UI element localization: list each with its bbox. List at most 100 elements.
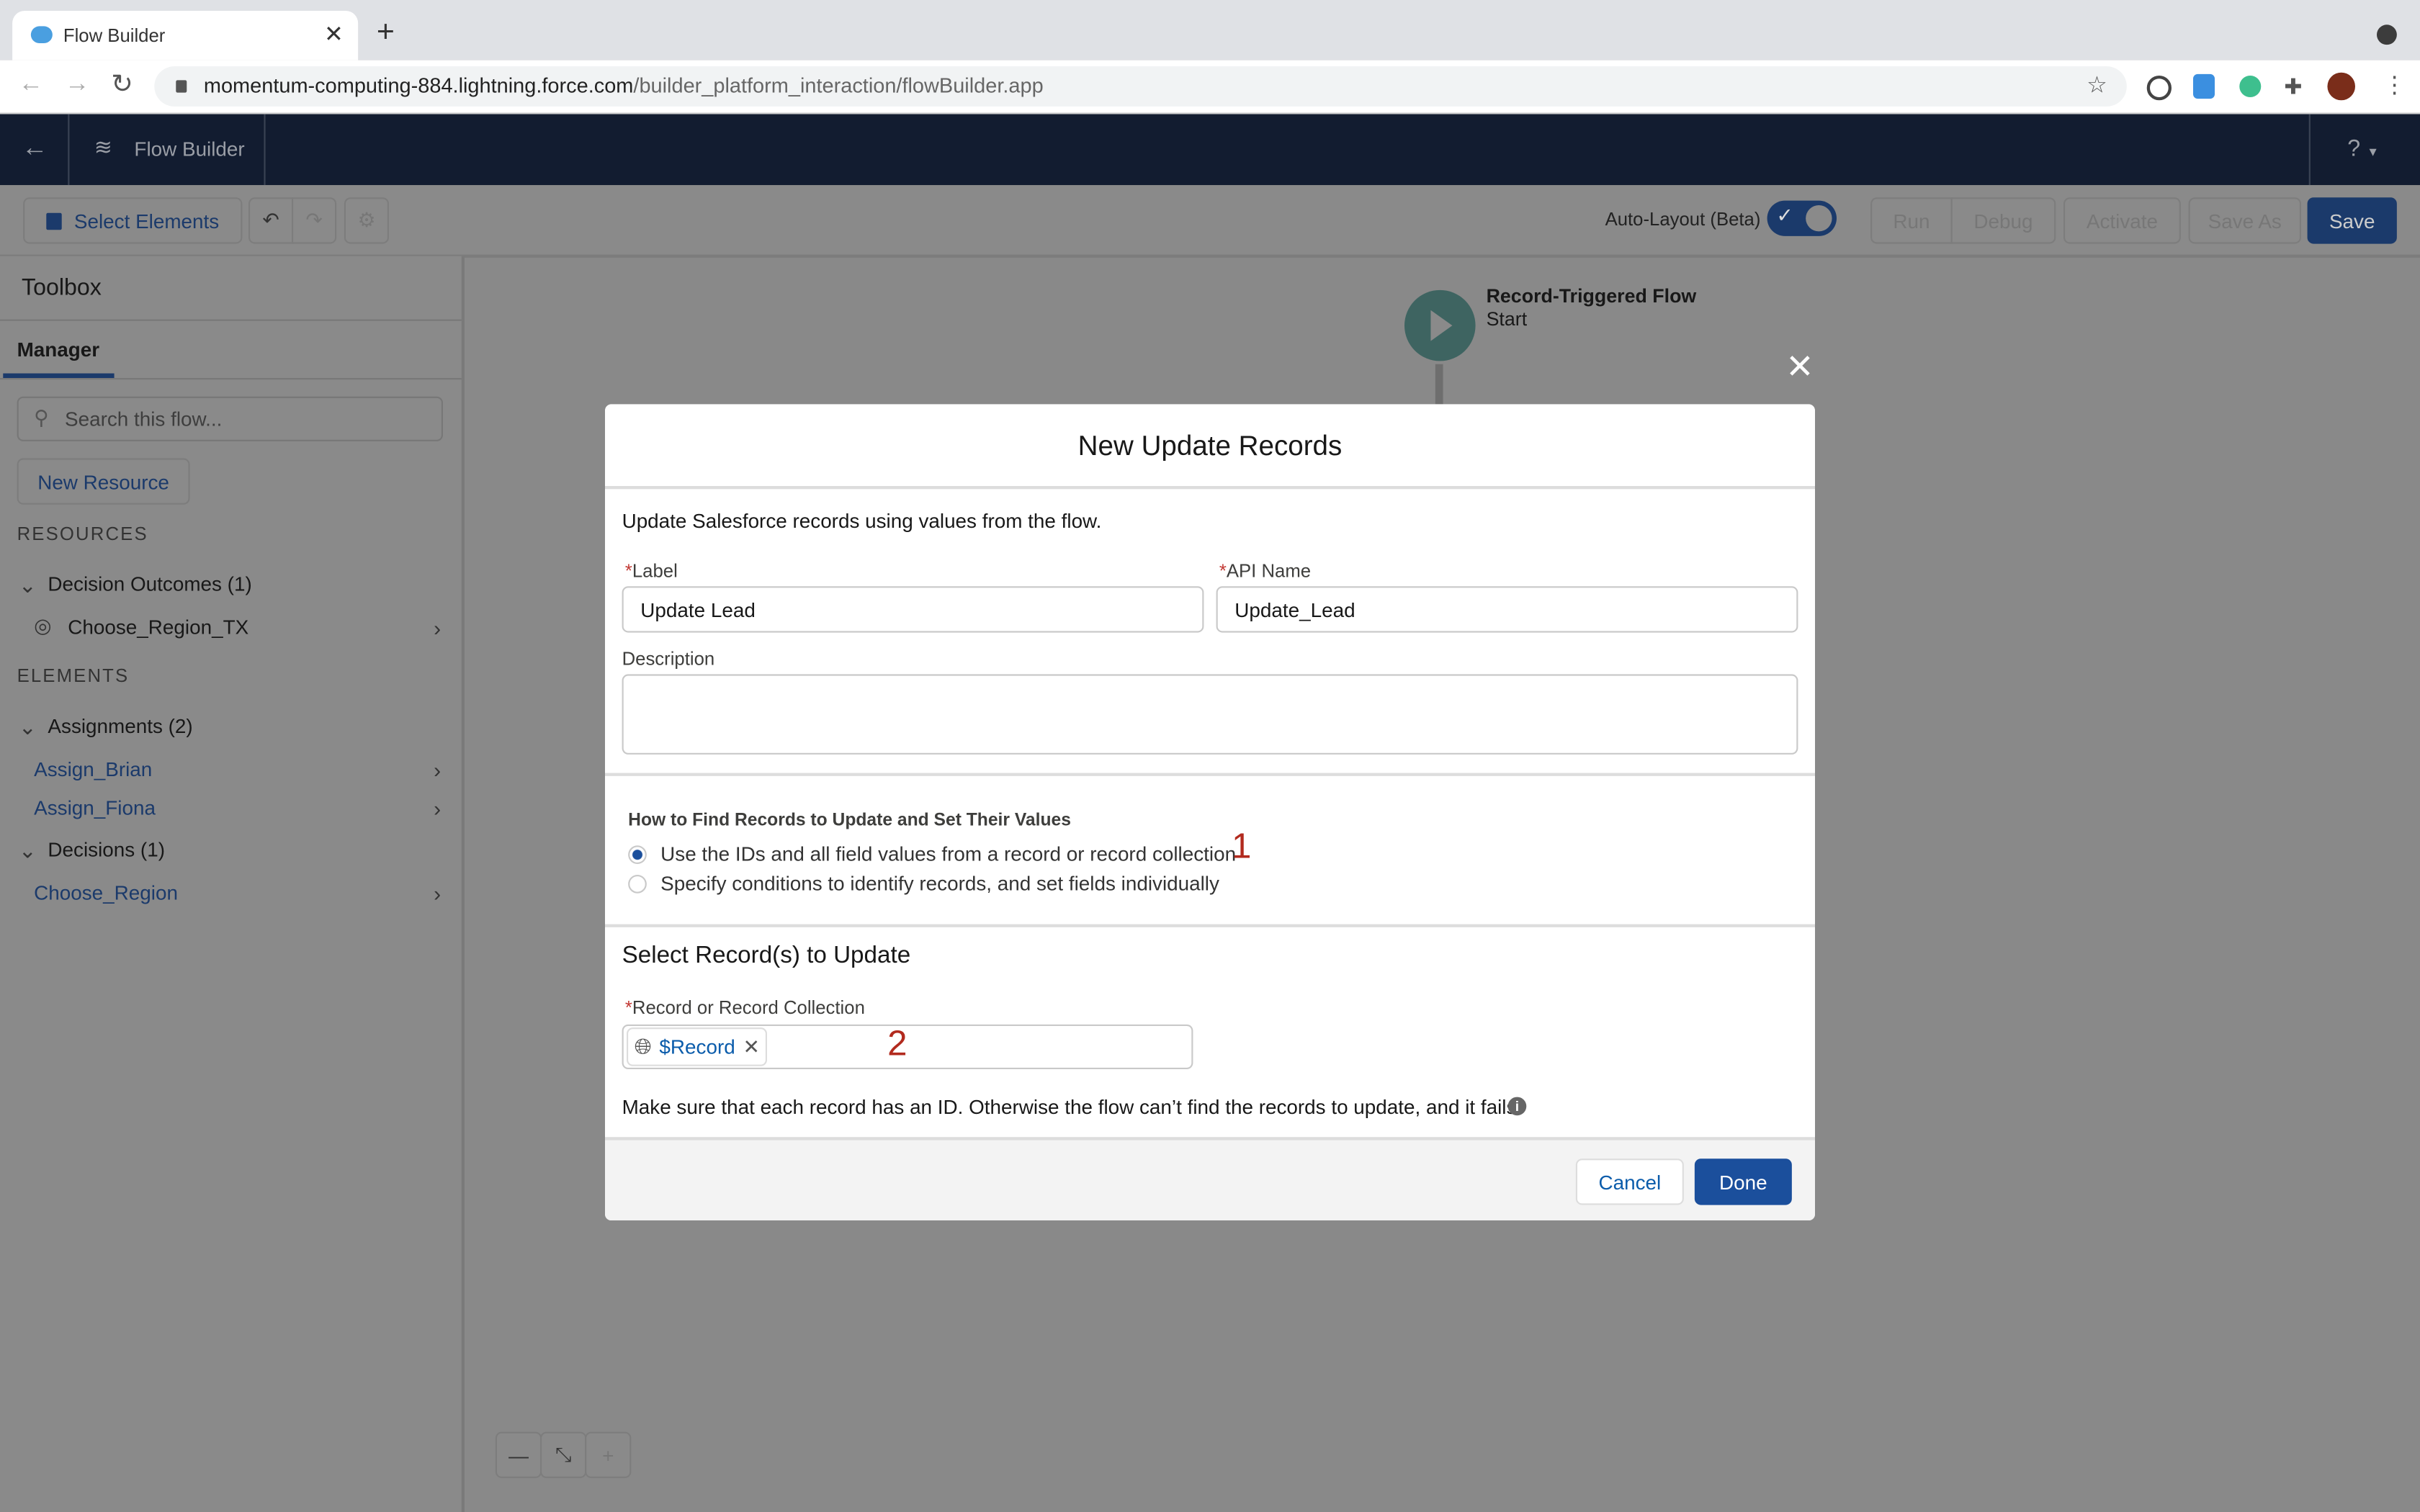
lock-icon — [176, 80, 187, 93]
close-modal-icon[interactable]: ✕ — [1785, 347, 1814, 387]
auto-layout-label: Auto-Layout (Beta) — [1605, 208, 1761, 230]
activate-label: Activate — [2086, 209, 2158, 233]
api-name-value: Update_Lead — [1234, 598, 1355, 621]
divider — [605, 773, 1815, 776]
chevron-down-icon[interactable]: ⌄ — [19, 838, 37, 864]
search-input[interactable]: ⚲ Search this flow... — [17, 396, 444, 441]
record-combobox[interactable]: 🌐︎ $Record ✕ — [622, 1024, 1193, 1069]
chevron-right-icon[interactable]: › — [434, 616, 441, 640]
fit-view-button[interactable]: ⤡ — [540, 1431, 587, 1478]
radio-option-conditions[interactable]: Specify conditions to identify records, … — [628, 872, 1219, 895]
description-label: Description — [622, 648, 715, 670]
activate-button[interactable]: Activate — [2063, 197, 2181, 244]
select-elements-button[interactable]: Select Elements — [23, 197, 243, 244]
annotation-1: 1 — [1232, 825, 1252, 866]
select-records-heading: Select Record(s) to Update — [622, 942, 911, 969]
url-bar[interactable]: momentum-computing-884.lightning.force.c… — [154, 66, 2127, 107]
save-label: Save — [2329, 209, 2375, 233]
back-icon[interactable]: ← — [19, 71, 43, 99]
help-icon: ? — [2347, 135, 2361, 162]
zoom-out-button[interactable]: — — [495, 1431, 542, 1478]
debug-label: Debug — [1973, 209, 2033, 233]
chevron-down-icon[interactable]: ⌄ — [19, 714, 37, 740]
new-update-records-modal: New Update Records Update Salesforce rec… — [605, 404, 1815, 1221]
run-button[interactable]: Run — [1870, 197, 1953, 244]
profile-avatar[interactable] — [2327, 72, 2355, 101]
label-value: Update Lead — [640, 598, 756, 621]
back-arrow-icon[interactable]: ← — [22, 132, 48, 163]
radio-selected[interactable] — [628, 845, 647, 863]
label-label-text: Label — [632, 559, 678, 582]
password-extension-icon[interactable] — [2146, 76, 2172, 101]
element-item[interactable]: Assign_Fiona — [34, 796, 156, 819]
bookmark-star-icon[interactable]: ☆ — [2087, 71, 2107, 99]
undo-button[interactable]: ↶ — [248, 197, 294, 244]
help-menu-button[interactable]: ? ▼ — [2347, 136, 2379, 162]
chevron-down-icon[interactable]: ⌄ — [19, 572, 37, 598]
app-header: ← ≋ Flow Builder ? ▼ — [0, 114, 2420, 186]
grammarly-icon[interactable] — [2239, 76, 2262, 97]
option1-label: Use the IDs and all field values from a … — [660, 842, 1237, 866]
outcome-item[interactable]: Choose_Region_TX — [68, 616, 248, 639]
chevron-right-icon[interactable]: › — [434, 796, 441, 821]
salesforce-cloud-icon — [30, 26, 53, 43]
record-field-label: *Record or Record Collection — [624, 996, 865, 1019]
tab-manager[interactable]: Manager — [17, 338, 100, 361]
debug-button[interactable]: Debug — [1950, 197, 2056, 244]
zoom-in-button[interactable]: + — [585, 1431, 632, 1478]
tab-title: Flow Builder — [63, 24, 166, 47]
global-variable-icon: 🌐︎ — [634, 1033, 652, 1058]
tab-search-icon[interactable] — [2377, 24, 2397, 45]
modal-title: New Update Records — [1077, 430, 1343, 462]
assignments-group[interactable]: Assignments (2) — [48, 714, 192, 737]
cancel-button[interactable]: Cancel — [1575, 1158, 1684, 1205]
description-textarea[interactable] — [622, 674, 1798, 755]
settings-gear-icon[interactable]: ⚙ — [344, 197, 389, 244]
elements-heading: ELEMENTS — [17, 665, 130, 687]
record-pill[interactable]: 🌐︎ $Record ✕ — [627, 1027, 768, 1066]
element-item[interactable]: Assign_Brian — [34, 757, 152, 780]
annotation-2: 2 — [887, 1022, 908, 1063]
label-input[interactable]: Update Lead — [622, 586, 1204, 633]
select-elements-label: Select Elements — [73, 209, 220, 233]
extensions-puzzle-icon[interactable]: ✚ — [2284, 74, 2302, 100]
done-label: Done — [1719, 1170, 1767, 1194]
browser-tab[interactable]: Flow Builder ✕ — [12, 11, 359, 60]
api-name-input[interactable]: Update_Lead — [1216, 586, 1798, 633]
divider — [0, 378, 462, 380]
radio-unselected[interactable] — [628, 873, 647, 893]
auto-layout-toggle[interactable]: ✓ — [1767, 200, 1837, 236]
url-host: momentum-computing-884.lightning.force.c… — [203, 73, 634, 97]
save-as-button[interactable]: Save As — [2188, 197, 2301, 244]
forward-icon[interactable]: → — [65, 71, 89, 99]
close-tab-icon[interactable]: ✕ — [324, 20, 344, 48]
toolbox-title: Toolbox — [22, 274, 102, 301]
new-resource-button[interactable]: New Resource — [17, 458, 190, 505]
toggle-knob — [1806, 205, 1832, 232]
connector-line — [1435, 364, 1443, 405]
info-icon[interactable]: i — [1507, 1097, 1527, 1116]
done-button[interactable]: Done — [1694, 1158, 1792, 1205]
chevron-right-icon[interactable]: › — [434, 881, 441, 906]
reload-icon[interactable]: ↻ — [111, 69, 133, 100]
label-field-label: *Label — [624, 559, 678, 582]
search-extension-icon[interactable] — [2193, 73, 2215, 99]
redo-button[interactable]: ↷ — [292, 197, 337, 244]
search-placeholder: Search this flow... — [65, 407, 223, 431]
chevron-down-icon: ▼ — [2367, 145, 2380, 159]
remove-pill-icon[interactable]: ✕ — [743, 1035, 759, 1059]
flow-icon: ≋ — [94, 134, 112, 159]
how-to-find-heading: How to Find Records to Update and Set Th… — [628, 811, 1071, 830]
start-node[interactable] — [1404, 289, 1476, 361]
browser-menu-icon[interactable]: ⋮ — [2383, 71, 2406, 99]
save-button[interactable]: Save — [2307, 197, 2397, 244]
chevron-right-icon[interactable]: › — [434, 757, 441, 782]
new-tab-icon[interactable]: + — [377, 15, 395, 50]
radio-option-ids[interactable]: Use the IDs and all field values from a … — [628, 842, 1236, 865]
divider — [2308, 114, 2311, 186]
element-item[interactable]: Choose_Region — [34, 881, 178, 904]
divider — [605, 486, 1815, 490]
decision-outcomes-group[interactable]: Decision Outcomes (1) — [48, 572, 251, 595]
decisions-group[interactable]: Decisions (1) — [48, 838, 165, 861]
browser-tab-bar — [0, 0, 2420, 60]
